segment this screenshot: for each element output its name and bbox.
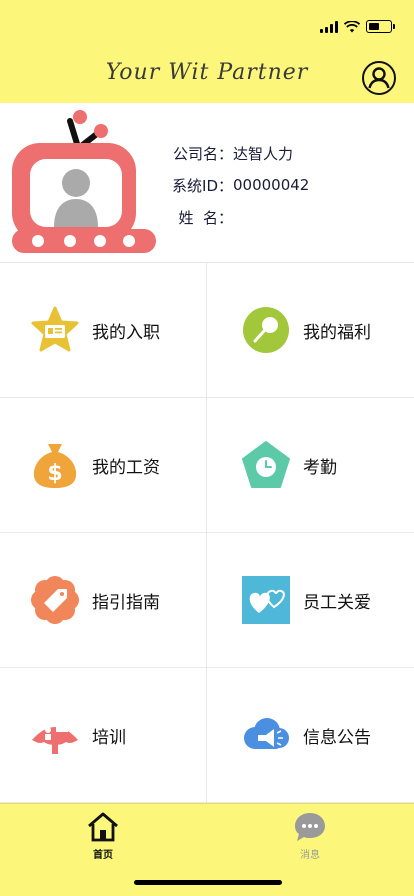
status-icons (320, 20, 395, 33)
tab-home[interactable]: 首页 (58, 810, 148, 861)
battery-icon (366, 20, 395, 33)
company-row: 公司名： 达智人力 (170, 137, 309, 169)
menu-item-guide[interactable]: 指引指南 (0, 533, 207, 668)
menu-label: 我的福利 (303, 322, 371, 343)
name-row: 姓 名： (170, 201, 309, 233)
tv-avatar-icon (12, 110, 156, 253)
menu-item-onboarding[interactable]: 我的入职 (0, 263, 207, 398)
profile-button[interactable] (362, 61, 396, 95)
signal-icon (320, 20, 338, 33)
company-value: 达智人力 (233, 144, 294, 163)
menu-label: 考勤 (303, 457, 337, 478)
flower-tag-icon (31, 576, 79, 624)
tab-messages-label: 消息 (300, 850, 320, 861)
home-icon (88, 812, 118, 842)
menu-label: 培训 (92, 727, 126, 748)
menu-item-announcements[interactable]: 信息公告 (207, 668, 414, 803)
status-bar (0, 0, 414, 44)
menu-label: 员工关爱 (303, 592, 371, 613)
company-label: 公司名： (172, 144, 233, 163)
chat-bubble-icon (295, 813, 325, 841)
star-id-card-icon (31, 306, 79, 352)
pentagon-clock-icon (242, 441, 290, 488)
menu-item-care[interactable]: 员工关爱 (207, 533, 414, 668)
fan-training-icon (32, 724, 78, 754)
wifi-icon (344, 20, 360, 32)
user-circle-icon (368, 67, 390, 89)
hearts-icon (242, 576, 290, 624)
menu-item-benefits[interactable]: 我的福利 (207, 263, 414, 398)
menu-grid: 我的入职 我的福利 $ 我的工资 考勤 指引指南 员工关爱 培训 信息公告 (0, 263, 414, 803)
system-id-row: 系统ID： 00000042 (170, 169, 309, 201)
lollipop-icon (243, 307, 289, 353)
menu-label: 信息公告 (303, 727, 371, 748)
tab-messages[interactable]: 消息 (265, 810, 355, 861)
menu-label: 我的入职 (92, 322, 160, 343)
cloud-megaphone-icon (244, 718, 289, 749)
money-bag-icon: $ (33, 444, 77, 488)
system-id-value: 00000042 (233, 176, 310, 194)
home-indicator (134, 880, 282, 885)
menu-item-salary[interactable]: $ 我的工资 (0, 398, 207, 533)
name-label: 姓 名： (178, 208, 233, 227)
profile-card: 公司名： 达智人力 系统ID： 00000042 姓 名： (0, 103, 414, 263)
system-id-label: 系统ID： (172, 176, 233, 195)
top-bar: Your Wit Partner (0, 0, 414, 103)
app-title: Your Wit Partner (105, 60, 309, 85)
battery-level (368, 22, 379, 30)
svg-text:$: $ (47, 461, 62, 486)
profile-info: 公司名： 达智人力 系统ID： 00000042 姓 名： (170, 137, 309, 233)
menu-label: 我的工资 (92, 457, 160, 478)
menu-label: 指引指南 (92, 592, 160, 613)
menu-item-training[interactable]: 培训 (0, 668, 207, 803)
tab-home-label: 首页 (93, 850, 113, 861)
menu-item-attendance[interactable]: 考勤 (207, 398, 414, 533)
